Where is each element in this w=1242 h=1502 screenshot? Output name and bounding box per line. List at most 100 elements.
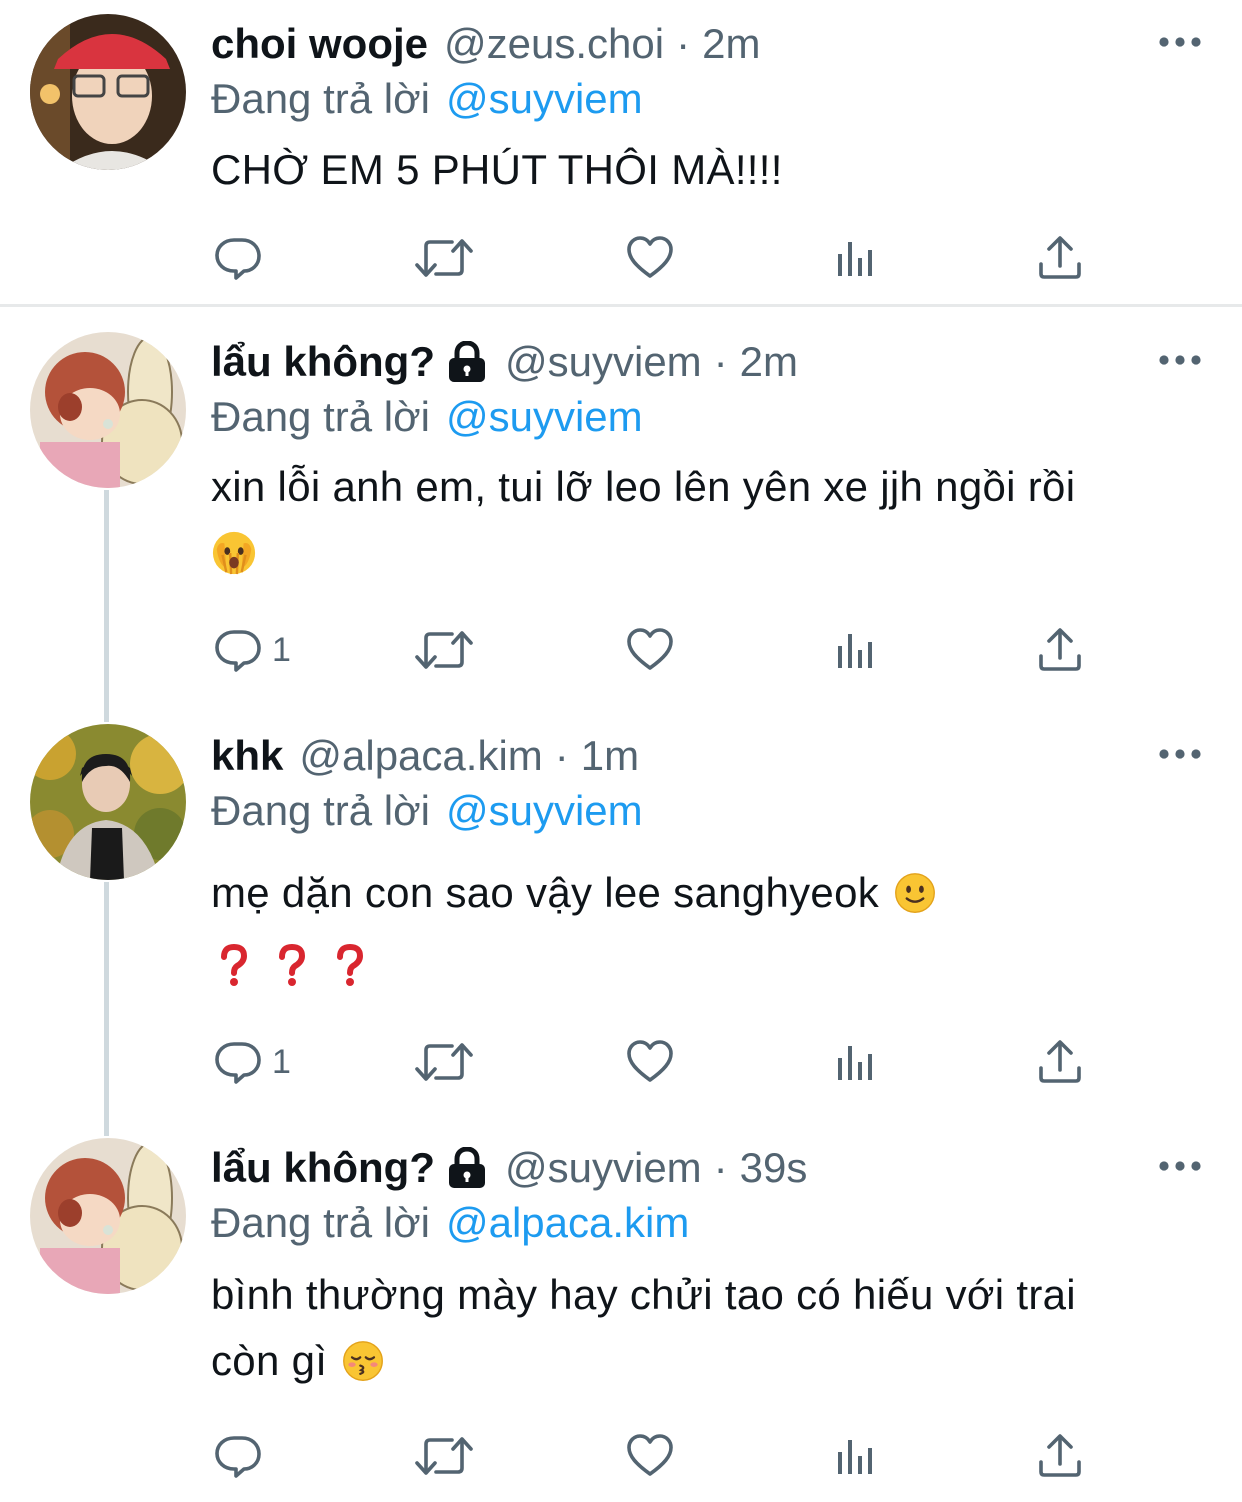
- timestamp[interactable]: 2m: [702, 20, 760, 68]
- reply-icon: [214, 1432, 262, 1480]
- lock-icon: [447, 1147, 487, 1189]
- share-button[interactable]: [1036, 1032, 1084, 1092]
- like-button[interactable]: [626, 228, 674, 288]
- retweet-icon: [414, 234, 474, 282]
- share-icon: [1036, 1038, 1084, 1086]
- reply-button[interactable]: 1: [214, 620, 291, 680]
- avatar[interactable]: [30, 332, 186, 488]
- tweet-header: lẩu không? @suyviem · 2m: [211, 334, 798, 390]
- tweet-text: CHỜ EM 5 PHÚT THÔI MÀ!!!!: [211, 137, 1211, 203]
- retweet-button[interactable]: [414, 1032, 474, 1092]
- display-name[interactable]: khk: [211, 732, 283, 780]
- analytics-icon: [832, 234, 880, 282]
- share-button[interactable]: [1036, 1426, 1084, 1486]
- question-marks-line: ❓❓❓: [211, 926, 1211, 1006]
- like-icon: [626, 626, 674, 674]
- retweet-button[interactable]: [414, 620, 474, 680]
- user-handle[interactable]: @suyviem: [505, 338, 702, 386]
- tweet-actions: [0, 1426, 1242, 1486]
- reply-mention-link[interactable]: @suyviem: [446, 787, 643, 835]
- analytics-button[interactable]: [832, 1032, 880, 1092]
- share-icon: [1036, 234, 1084, 282]
- tweet-text: mẹ dặn con sao vậy lee sanghyeok ❓❓❓: [211, 860, 1211, 1006]
- tweet-actions: [0, 228, 1242, 288]
- avatar[interactable]: [30, 724, 186, 880]
- like-icon: [626, 234, 674, 282]
- share-button[interactable]: [1036, 228, 1084, 288]
- reply-mention-link[interactable]: @suyviem: [446, 393, 643, 441]
- tweet-divider: [0, 304, 1242, 307]
- retweet-icon: [414, 1038, 474, 1086]
- like-button[interactable]: [626, 620, 674, 680]
- timestamp[interactable]: 2m: [740, 338, 798, 386]
- replying-to: Đang trả lời @suyviem: [211, 71, 643, 127]
- retweet-button[interactable]: [414, 1426, 474, 1486]
- reply-mention-link[interactable]: @suyviem: [446, 75, 643, 123]
- like-button[interactable]: [626, 1426, 674, 1486]
- replying-to-label: Đang trả lời: [211, 1199, 430, 1246]
- reply-button[interactable]: 1: [214, 1032, 291, 1092]
- timestamp[interactable]: 39s: [740, 1144, 808, 1192]
- separator-dot: ·: [676, 20, 691, 67]
- analytics-icon: [832, 1038, 880, 1086]
- red-question-mark-icon: [335, 944, 365, 988]
- question-marks-text: ❓❓❓: [211, 926, 216, 992]
- tweet[interactable]: lẩu không? @suyviem · 39s Đang trả lời @…: [0, 1124, 1242, 1502]
- reply-button[interactable]: [214, 228, 262, 288]
- lock-icon: [447, 341, 487, 383]
- timestamp[interactable]: 1m: [581, 732, 639, 780]
- separator-dot: ·: [554, 732, 569, 779]
- analytics-button[interactable]: [832, 228, 880, 288]
- reply-icon: [214, 626, 262, 674]
- more-options-icon[interactable]: [1158, 350, 1202, 370]
- user-handle[interactable]: @suyviem: [505, 1144, 702, 1192]
- red-question-mark-icon: [219, 944, 249, 988]
- tweet[interactable]: khk @alpaca.kim · 1m Đang trả lời @suyvi…: [0, 712, 1242, 1122]
- tweet-header: choi wooje @zeus.choi · 2m: [211, 16, 760, 72]
- replying-to-label: Đang trả lời: [211, 75, 430, 122]
- user-handle[interactable]: @alpaca.kim: [299, 732, 542, 780]
- tweet-text: xin lỗi anh em, tui lỡ leo lên yên xe jj…: [211, 454, 1211, 586]
- like-button[interactable]: [626, 1032, 674, 1092]
- reply-button[interactable]: [214, 1426, 262, 1486]
- separator-dot: ·: [713, 1144, 728, 1191]
- retweet-icon: [414, 626, 474, 674]
- reply-mention-link[interactable]: @alpaca.kim: [446, 1199, 689, 1247]
- reply-count: 1: [272, 630, 291, 669]
- face-with-hand-over-mouth-emoji-icon: [211, 530, 257, 576]
- replying-to-label: Đang trả lời: [211, 787, 430, 834]
- like-icon: [626, 1432, 674, 1480]
- separator-dot: ·: [713, 338, 728, 385]
- analytics-icon: [832, 1432, 880, 1480]
- avatar[interactable]: [30, 1138, 186, 1294]
- tweet-text: bình thường mày hay chửi tao có hiếu với…: [211, 1262, 1211, 1394]
- replying-to: Đang trả lời @suyviem: [211, 389, 643, 445]
- analytics-button[interactable]: [832, 620, 880, 680]
- display-name[interactable]: choi wooje: [211, 20, 428, 68]
- tweet-text-line: bình thường mày hay chửi tao có hiếu với…: [211, 1271, 1076, 1318]
- more-options-icon[interactable]: [1158, 1156, 1202, 1176]
- kissing-face-emoji-icon: [341, 1339, 385, 1383]
- share-button[interactable]: [1036, 620, 1084, 680]
- tweet-text-line: còn gì: [211, 1337, 328, 1384]
- user-handle[interactable]: @zeus.choi: [444, 20, 664, 68]
- red-question-mark-icon: [277, 944, 307, 988]
- tweet-actions: 1: [0, 1032, 1242, 1092]
- share-icon: [1036, 626, 1084, 674]
- display-name[interactable]: lẩu không?: [211, 1144, 435, 1192]
- tweet-text-content: mẹ dặn con sao vậy lee sanghyeok: [211, 869, 880, 916]
- replying-to: Đang trả lời @suyviem: [211, 783, 643, 839]
- retweet-icon: [414, 1432, 474, 1480]
- display-name[interactable]: lẩu không?: [211, 338, 435, 386]
- avatar[interactable]: [30, 14, 186, 170]
- reply-icon: [214, 234, 262, 282]
- more-options-icon[interactable]: [1158, 744, 1202, 764]
- tweet-text-content: CHỜ EM 5 PHÚT THÔI MÀ!!!!: [211, 146, 783, 193]
- tweet[interactable]: lẩu không? @suyviem · 2m Đang trả lời @s…: [0, 318, 1242, 708]
- more-options-icon[interactable]: [1158, 32, 1202, 52]
- tweet[interactable]: choi wooje @zeus.choi · 2m Đang trả lời …: [0, 0, 1242, 304]
- analytics-button[interactable]: [832, 1426, 880, 1486]
- retweet-button[interactable]: [414, 228, 474, 288]
- tweet-header: khk @alpaca.kim · 1m: [211, 728, 639, 784]
- tweet-header: lẩu không? @suyviem · 39s: [211, 1140, 807, 1196]
